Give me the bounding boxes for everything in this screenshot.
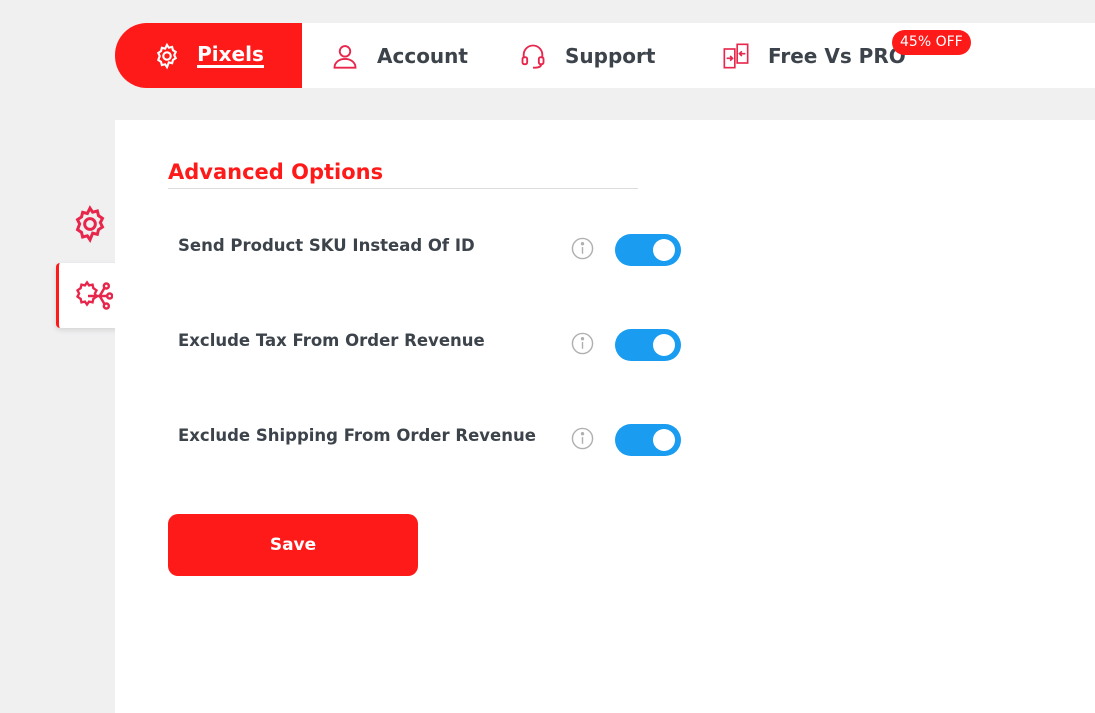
option-row: Send Product SKU Instead Of ID xyxy=(178,234,738,276)
toggle-knob xyxy=(653,334,675,356)
gear-icon xyxy=(157,42,178,69)
sidebar-item-settings[interactable] xyxy=(68,202,112,246)
exclude-tax-toggle[interactable] xyxy=(615,329,681,361)
toggle-knob xyxy=(653,239,675,261)
info-icon[interactable] xyxy=(571,427,594,450)
discount-badge: 45% OFF xyxy=(892,30,971,55)
exclude-shipping-toggle[interactable] xyxy=(615,424,681,456)
sku-toggle[interactable] xyxy=(615,234,681,266)
option-label: Exclude Shipping From Order Revenue xyxy=(178,426,536,445)
info-icon[interactable] xyxy=(571,237,594,260)
info-icon[interactable] xyxy=(571,332,594,355)
tab-free-vs-pro-label: Free Vs PRO xyxy=(768,43,906,68)
save-button[interactable]: Save xyxy=(168,514,418,576)
option-label: Send Product SKU Instead Of ID xyxy=(178,236,475,255)
section-title: Advanced Options xyxy=(168,160,638,189)
tab-support[interactable]: Support xyxy=(519,23,655,88)
headset-icon xyxy=(521,44,545,69)
compare-icon xyxy=(723,43,749,68)
tab-account-label: Account xyxy=(377,43,468,68)
advanced-network-icon xyxy=(75,279,113,310)
option-row: Exclude Shipping From Order Revenue xyxy=(178,424,738,466)
top-navigation: Pixels Account Support Free Vs PRO 45% O… xyxy=(115,23,1095,88)
tab-support-label: Support xyxy=(565,43,656,68)
tab-account[interactable]: Account xyxy=(331,23,468,88)
gear-icon xyxy=(75,205,105,244)
settings-panel: Advanced Options Send Product SKU Instea… xyxy=(115,120,1095,713)
toggle-knob xyxy=(653,429,675,451)
option-row: Exclude Tax From Order Revenue xyxy=(178,329,738,371)
tab-pixels-label: Pixels xyxy=(197,42,264,68)
tab-pixels[interactable]: Pixels xyxy=(115,23,302,88)
tab-free-vs-pro[interactable]: Free Vs PRO xyxy=(722,23,906,88)
option-label: Exclude Tax From Order Revenue xyxy=(178,331,485,350)
user-icon xyxy=(333,44,357,69)
